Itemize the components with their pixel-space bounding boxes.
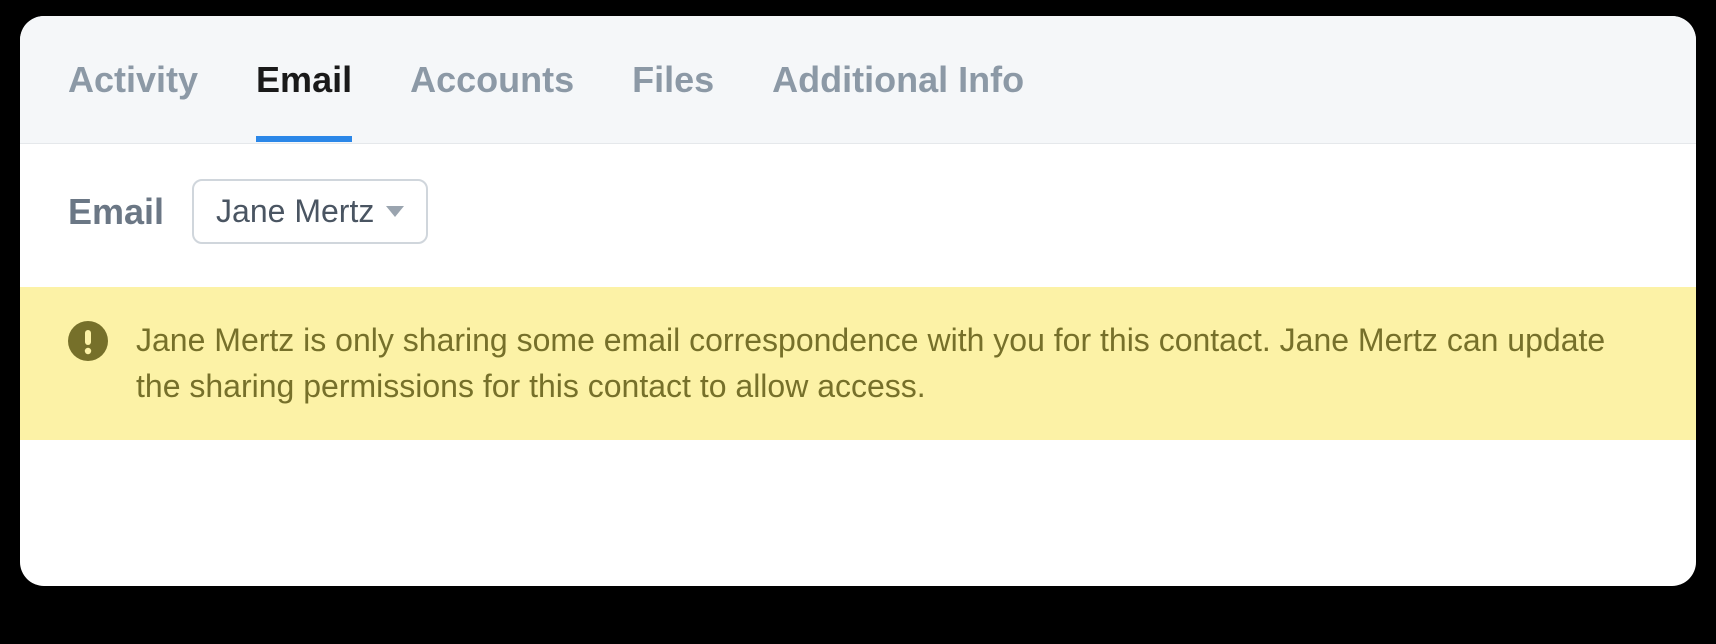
tab-files[interactable]: Files xyxy=(632,19,714,141)
section-header: Email Jane Mertz xyxy=(20,144,1696,279)
warning-icon xyxy=(68,321,108,361)
tab-activity[interactable]: Activity xyxy=(68,19,198,141)
tab-accounts[interactable]: Accounts xyxy=(410,19,574,141)
section-title: Email xyxy=(68,191,164,233)
card-container: Activity Email Accounts Files Additional… xyxy=(20,16,1696,586)
tab-email[interactable]: Email xyxy=(256,19,352,141)
tab-bar: Activity Email Accounts Files Additional… xyxy=(20,16,1696,144)
chevron-down-icon xyxy=(386,206,404,217)
sharing-notice: Jane Mertz is only sharing some email co… xyxy=(20,287,1696,440)
dropdown-selected-label: Jane Mertz xyxy=(216,193,374,230)
user-dropdown[interactable]: Jane Mertz xyxy=(192,179,428,244)
tab-additional-info[interactable]: Additional Info xyxy=(772,19,1024,141)
notice-text: Jane Mertz is only sharing some email co… xyxy=(136,317,1648,410)
